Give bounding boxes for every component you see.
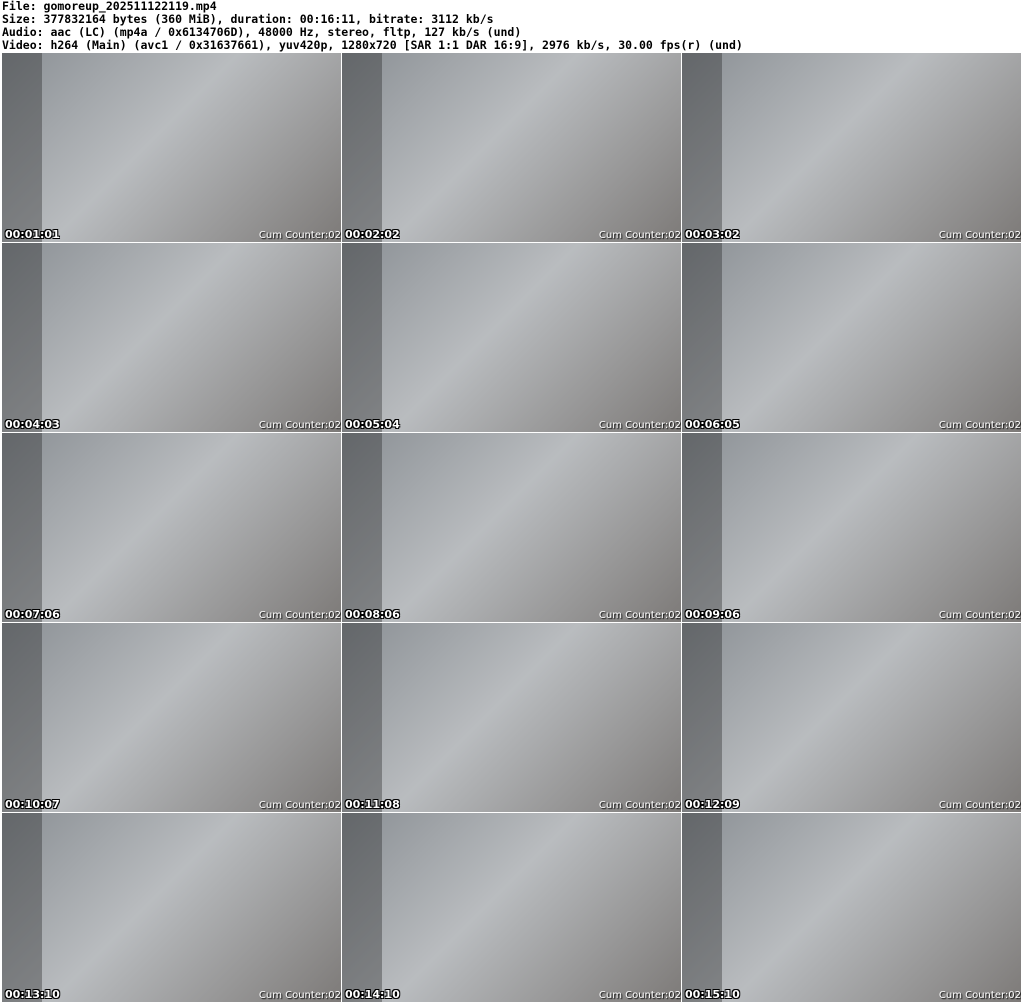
thumbnail-timestamp: 00:03:02 [685,228,740,241]
counter-overlay: Cum Counter:02 [598,800,681,811]
thumbnail-timestamp: 00:14:10 [345,988,400,1001]
thumbnail-timestamp: 00:08:06 [345,608,400,621]
counter-overlay: Cum Counter:02 [938,230,1021,241]
video-thumbnail: 00:11:08 Cum Counter:02 [342,623,681,812]
video-thumbnail: 00:14:10 Cum Counter:02 [342,813,681,1002]
thumbnail-timestamp: 00:07:06 [5,608,60,621]
video-thumbnail: 00:07:06 Cum Counter:02 [2,433,341,622]
video-thumbnail: 00:10:07 Cum Counter:02 [2,623,341,812]
counter-overlay: Cum Counter:02 [598,990,681,1001]
thumbnail-timestamp: 00:10:07 [5,798,60,811]
counter-overlay: Cum Counter:02 [258,800,341,811]
counter-overlay: Cum Counter:02 [598,230,681,241]
video-info: Video: h264 (Main) (avc1 / 0x31637661), … [2,38,743,52]
video-thumbnail: 00:03:02 Cum Counter:02 [682,53,1021,242]
video-thumbnail: 00:13:10 Cum Counter:02 [2,813,341,1002]
thumbnail-timestamp: 00:13:10 [5,988,60,1001]
thumbnail-timestamp: 00:11:08 [345,798,400,811]
counter-overlay: Cum Counter:02 [938,990,1021,1001]
thumbnail-timestamp: 00:01:01 [5,228,60,241]
file-info-header: File: gomoreup_202511122119.mp4 Size: 377… [2,0,743,52]
thumbnail-timestamp: 00:06:05 [685,418,740,431]
video-thumbnail: 00:15:10 Cum Counter:02 [682,813,1021,1002]
video-thumbnail: 00:08:06 Cum Counter:02 [342,433,681,622]
counter-overlay: Cum Counter:02 [258,610,341,621]
video-thumbnail: 00:12:09 Cum Counter:02 [682,623,1021,812]
counter-overlay: Cum Counter:02 [938,610,1021,621]
counter-overlay: Cum Counter:02 [598,420,681,431]
thumbnail-grid: 00:01:01 Cum Counter:02 00:02:02 Cum Counte… [2,53,1021,1002]
counter-overlay: Cum Counter:02 [258,420,341,431]
thumbnail-timestamp: 00:15:10 [685,988,740,1001]
video-thumbnail: 00:02:02 Cum Counter:02 [342,53,681,242]
thumbnail-timestamp: 00:02:02 [345,228,400,241]
thumbnail-timestamp: 00:05:04 [345,418,400,431]
counter-overlay: Cum Counter:02 [598,610,681,621]
video-thumbnail: 00:04:03 Cum Counter:02 [2,243,341,432]
counter-overlay: Cum Counter:02 [938,420,1021,431]
thumbnail-timestamp: 00:09:06 [685,608,740,621]
video-thumbnail: 00:05:04 Cum Counter:02 [342,243,681,432]
counter-overlay: Cum Counter:02 [938,800,1021,811]
video-thumbnail: 00:01:01 Cum Counter:02 [2,53,341,242]
counter-overlay: Cum Counter:02 [258,990,341,1001]
video-thumbnail: 00:09:06 Cum Counter:02 [682,433,1021,622]
thumbnail-timestamp: 00:12:09 [685,798,740,811]
video-thumbnail: 00:06:05 Cum Counter:02 [682,243,1021,432]
counter-overlay: Cum Counter:02 [258,230,341,241]
thumbnail-timestamp: 00:04:03 [5,418,60,431]
